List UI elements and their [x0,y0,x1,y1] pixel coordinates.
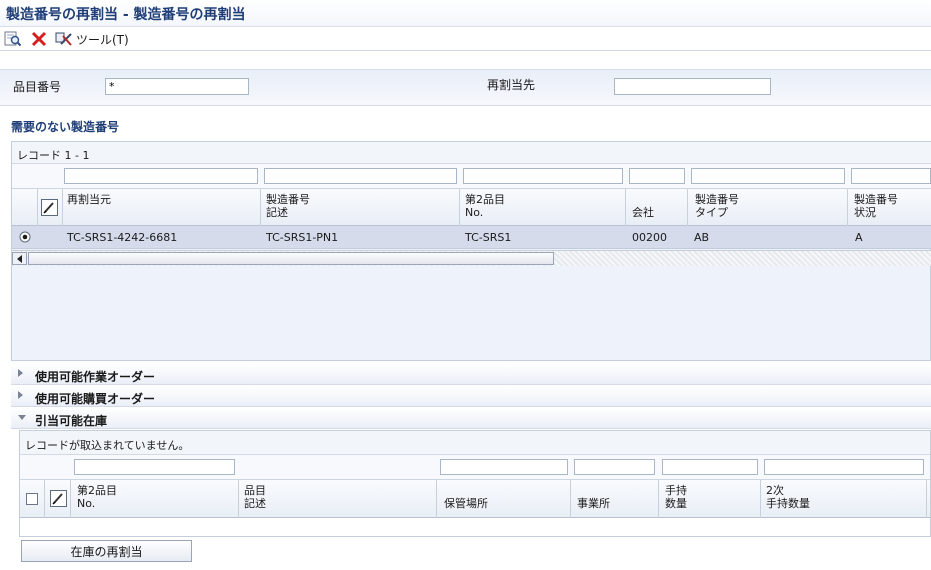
col-header-reassign-from[interactable]: 再割当元 [67,193,111,206]
filter-secondary-on-hand[interactable] [764,459,924,475]
col-header-lot-description[interactable]: 製造番号 記述 [266,193,310,219]
col-header-secondary-on-hand[interactable]: 2次 手持数量 [766,484,810,510]
filter-lot-description[interactable] [264,168,457,184]
col-header-on-hand[interactable]: 手持 数量 [665,484,687,510]
expand-arrow-icon[interactable] [18,391,23,399]
inventory-filter-row [20,455,930,480]
filter-row [12,164,931,189]
filter-lot-status[interactable] [851,168,931,184]
section-label: 使用可能作業オーダー [35,370,156,384]
col-separator [459,189,460,226]
filter-branch[interactable] [574,459,655,475]
col-separator [44,480,45,518]
window-title: 製造番号の再割当 - 製造番号の再割当 [6,7,246,23]
select-all-checkbox[interactable] [26,493,38,505]
col-separator [847,189,848,226]
col-header-branch[interactable]: 事業所 [577,484,610,510]
title-bar: 製造番号の再割当 - 製造番号の再割当 [0,0,931,27]
cell-lot-type: AB [694,231,710,244]
records-count: レコード 1 - 1 [17,149,90,162]
filter-location[interactable] [440,459,568,475]
inventory-header: 第2品目 No. 品目 記述 保管場所 事業所 手持 数量 2次 手持数量 [20,480,930,518]
scroll-left-icon[interactable] [12,252,27,265]
col-header-item-description[interactable]: 品目 記述 [244,484,266,510]
section-label: 引当可能在庫 [35,414,108,428]
lots-section-title: 需要のない製造番号 [11,120,120,134]
filter-second-item-no[interactable] [74,459,235,475]
filter-lot-type[interactable] [691,168,845,184]
col-separator [436,480,437,518]
inventory-records-bar: レコードが取込まれていません。 [20,431,930,455]
records-bar: レコード 1 - 1 [12,142,931,164]
col-separator [658,480,659,518]
col-separator [37,189,38,226]
col-separator [760,480,761,518]
filter-reassign-from[interactable] [64,168,258,184]
col-header-location[interactable]: 保管場所 [444,484,488,510]
edit-pencil-icon[interactable] [41,199,58,219]
edit-pencil-icon[interactable] [50,490,67,510]
col-header-second-item[interactable]: 第2品目 No. [465,193,505,219]
col-separator [926,480,927,518]
find-magnifier-icon[interactable] [4,30,22,48]
close-icon[interactable] [30,30,48,48]
tools-menu[interactable]: ツール(T) [76,31,129,48]
horizontal-scrollbar[interactable] [12,250,931,266]
col-separator [70,480,71,518]
reassign-to-field[interactable] [614,78,771,95]
cell-second-item: TC-SRS1 [465,231,512,244]
cell-reassign-from[interactable]: TC-SRS1-4242-6681 [67,231,177,244]
search-form: 品目番号 再割当先 [0,69,931,106]
section-available-inventory[interactable]: 引当可能在庫 [11,408,931,429]
reassign-inventory-button[interactable]: 在庫の再割当 [21,540,192,562]
cell-lot-description: TC-SRS1-PN1 [266,231,339,244]
tools-icon[interactable] [55,30,73,48]
filter-on-hand[interactable] [662,459,758,475]
inventory-grid: レコードが取込まれていません。 第2品目 No. 品目 記述 保管場所 事業所 手持… [19,430,931,537]
col-header-lot-type[interactable]: 製造番号 タイプ [695,193,739,219]
table-row[interactable]: TC-SRS1-4242-6681 TC-SRS1-PN1 TC-SRS1 00… [12,226,931,249]
cell-lot-status: A [855,231,863,244]
col-separator [687,189,688,226]
section-label: 使用可能購買オーダー [35,392,156,406]
section-available-work-orders[interactable]: 使用可能作業オーダー [11,364,931,385]
inventory-records-text: レコードが取込まれていません。 [25,439,190,452]
filter-company[interactable] [629,168,685,184]
col-separator [62,189,63,226]
row-select-radio[interactable] [19,231,31,246]
item-number-label: 品目番号 [13,80,62,94]
grid-header: 再割当元 製造番号 記述 第2品目 No. 会社 製造番号 タイプ 製造番号 状況 [12,189,931,226]
col-header-company[interactable]: 会社 [632,193,654,219]
section-available-purchase-orders[interactable]: 使用可能購買オーダー [11,386,931,407]
reassign-to-label: 再割当先 [487,78,536,92]
col-separator [238,480,239,518]
col-header-lot-status[interactable]: 製造番号 状況 [854,193,898,219]
cell-company: 00200 [632,231,667,244]
col-separator [260,189,261,226]
col-header-second-item-no[interactable]: 第2品目 No. [77,484,117,510]
expand-arrow-icon[interactable] [18,369,23,377]
toolbar: ツール(T) [0,27,931,51]
item-number-field[interactable] [105,78,249,95]
col-separator [625,189,626,226]
col-separator [570,480,571,518]
scrollbar-thumb[interactable] [28,252,554,265]
filter-second-item[interactable] [463,168,623,184]
collapse-arrow-icon[interactable] [18,415,26,420]
